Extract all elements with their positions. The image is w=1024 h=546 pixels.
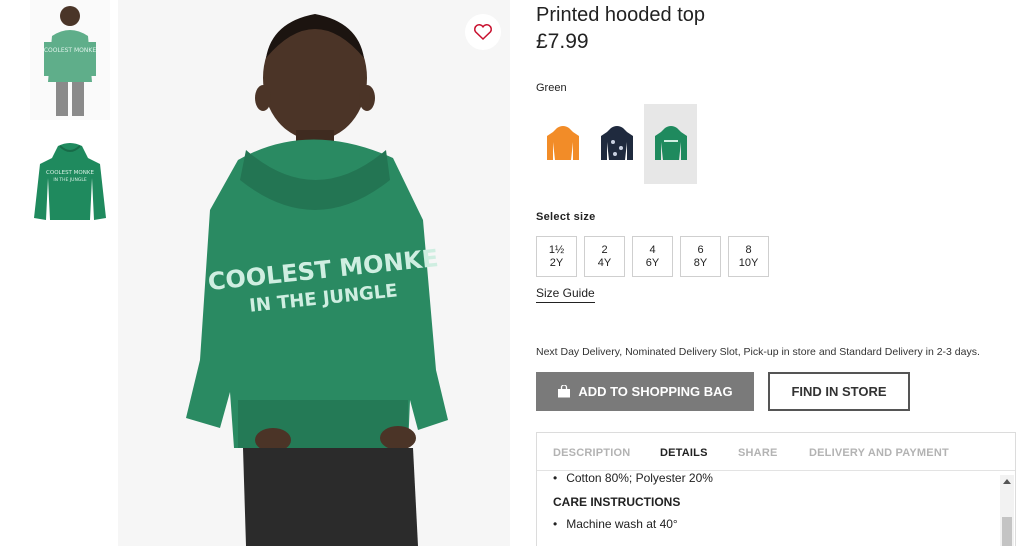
- product-main-image: COOLEST MONKE IN THE JUNGLE: [118, 0, 510, 546]
- svg-text:IN THE JUNGLE: IN THE JUNGLE: [53, 177, 87, 183]
- delivery-info: Next Day Delivery, Nominated Delivery Sl…: [536, 346, 980, 358]
- size-age-bottom: 10Y: [738, 256, 759, 269]
- size-age-bottom: 2Y: [549, 256, 564, 269]
- tab-bar: DESCRIPTION DETAILS SHARE DELIVERY AND P…: [537, 433, 1015, 471]
- find-in-store-button[interactable]: FIND IN STORE: [768, 372, 910, 411]
- swatch-orange[interactable]: [536, 104, 589, 184]
- size-option[interactable]: 1½ 2Y: [536, 236, 577, 277]
- scroll-thumb[interactable]: [1002, 517, 1012, 546]
- size-age-top: 4: [649, 243, 656, 256]
- product-title: Printed hooded top: [536, 4, 706, 26]
- add-to-bag-button[interactable]: ADD TO SHOPPING BAG: [536, 372, 754, 411]
- composition-item: Cotton 80%; Polyester 20%: [553, 471, 713, 485]
- size-option[interactable]: 6 8Y: [680, 236, 721, 277]
- shopping-bag-icon: [558, 385, 571, 398]
- care-item: Machine wash at 40°: [553, 517, 678, 531]
- product-price: £7.99: [536, 30, 589, 53]
- size-label: Select size: [536, 211, 596, 223]
- details-scrollbar[interactable]: [1000, 475, 1014, 546]
- scroll-up-arrow-icon[interactable]: [1003, 479, 1011, 484]
- svg-text:COOLEST MONKE: COOLEST MONKE: [44, 47, 96, 54]
- swatch-navy[interactable]: [590, 104, 643, 184]
- size-age-top: 8: [745, 243, 752, 256]
- thumbnail-garment[interactable]: COOLEST MONKE IN THE JUNGLE: [30, 138, 110, 228]
- color-label: Green: [536, 82, 567, 94]
- favorite-button[interactable]: [465, 14, 501, 50]
- size-option[interactable]: 2 4Y: [584, 236, 625, 277]
- size-age-bottom: 8Y: [693, 256, 708, 269]
- tab-details[interactable]: DETAILS: [660, 447, 708, 459]
- size-guide-link[interactable]: Size Guide: [536, 286, 595, 303]
- size-age-top: 1½: [548, 243, 565, 256]
- swatch-green[interactable]: [644, 104, 697, 184]
- tab-delivery-payment[interactable]: DELIVERY AND PAYMENT: [809, 447, 949, 459]
- tab-share[interactable]: SHARE: [738, 447, 778, 459]
- size-option[interactable]: 8 10Y: [728, 236, 769, 277]
- heart-icon: [474, 24, 492, 41]
- size-options: 1½ 2Y 2 4Y 4 6Y 6 8Y 8 10Y: [536, 236, 776, 277]
- care-heading: CARE INSTRUCTIONS: [553, 495, 681, 509]
- size-option[interactable]: 4 6Y: [632, 236, 673, 277]
- color-swatches: [536, 104, 698, 184]
- thumbnail-model[interactable]: COOLEST MONKE: [30, 0, 110, 120]
- add-to-bag-label: ADD TO SHOPPING BAG: [578, 384, 733, 399]
- size-age-top: 6: [697, 243, 704, 256]
- svg-text:COOLEST MONKE: COOLEST MONKE: [46, 170, 94, 176]
- size-age-bottom: 4Y: [597, 256, 612, 269]
- size-age-bottom: 6Y: [645, 256, 660, 269]
- product-tabs-panel: DESCRIPTION DETAILS SHARE DELIVERY AND P…: [536, 432, 1016, 546]
- tab-description[interactable]: DESCRIPTION: [553, 447, 630, 459]
- size-age-top: 2: [601, 243, 608, 256]
